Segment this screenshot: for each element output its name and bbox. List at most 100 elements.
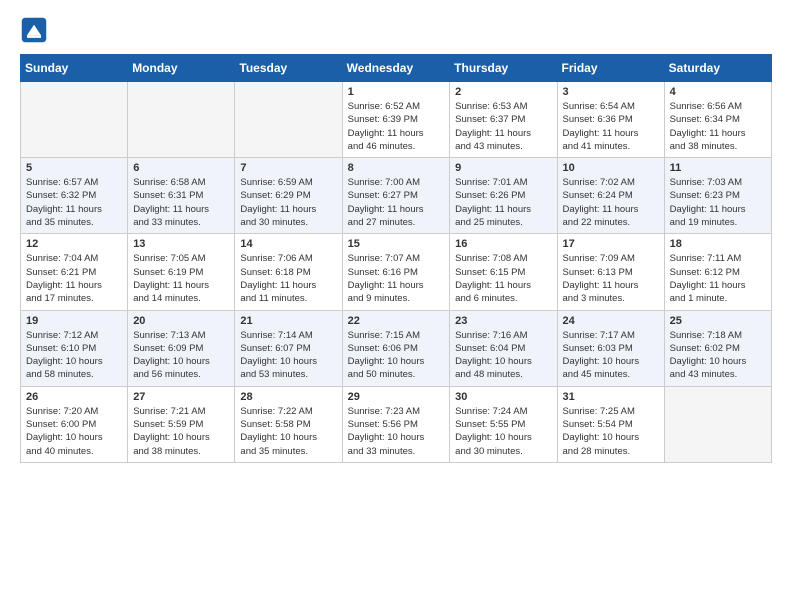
- day-number: 23: [455, 315, 551, 327]
- calendar-cell: 2 Sunrise: 6:53 AM Sunset: 6:37 PM Daylig…: [450, 82, 557, 158]
- day-number: 13: [133, 238, 229, 250]
- calendar-cell: 24Sunrise: 7:17 AM Sunset: 6:03 PM Dayli…: [557, 310, 664, 386]
- day-number: 12: [26, 238, 122, 250]
- calendar-cell: 1Sunrise: 6:52 AM Sunset: 6:39 PM Daylig…: [342, 82, 450, 158]
- calendar-cell: 13 Sunrise: 7:05 AM Sunset: 6:19 PM Dayli…: [128, 234, 235, 310]
- calendar-cell: 12 Sunrise: 7:04 AM Sunset: 6:21 PM Dayli…: [21, 234, 128, 310]
- calendar-cell: 11 Sunrise: 7:03 AM Sunset: 6:23 PM Dayli…: [664, 158, 771, 234]
- day-number: 22: [348, 315, 445, 327]
- calendar-cell: 17 Sunrise: 7:09 AM Sunset: 6:13 PM Dayli…: [557, 234, 664, 310]
- calendar-cell: 31 Sunrise: 7:25 AM Sunset: 5:54 PM Dayli…: [557, 386, 664, 462]
- day-number: 15: [348, 238, 445, 250]
- day-info: Sunrise: 6:57 AM Sunset: 6:32 PM Dayligh…: [26, 176, 122, 229]
- calendar-cell: 5 Sunrise: 6:57 AM Sunset: 6:32 PM Daylig…: [21, 158, 128, 234]
- calendar-cell: [664, 386, 771, 462]
- day-number: 14: [240, 238, 336, 250]
- calendar-cell: 26 Sunrise: 7:20 AM Sunset: 6:00 PM Dayli…: [21, 386, 128, 462]
- calendar-cell: 23 Sunrise: 7:16 AM Sunset: 6:04 PM Dayli…: [450, 310, 557, 386]
- calendar-week-row: 5 Sunrise: 6:57 AM Sunset: 6:32 PM Daylig…: [21, 158, 772, 234]
- day-number: 31: [563, 391, 659, 403]
- day-info: Sunrise: 7:01 AM Sunset: 6:26 PM Dayligh…: [455, 176, 551, 229]
- day-info: Sunrise: 6:53 AM Sunset: 6:37 PM Dayligh…: [455, 100, 551, 153]
- day-number: 7: [240, 162, 336, 174]
- day-number: 30: [455, 391, 551, 403]
- calendar-cell: 30Sunrise: 7:24 AM Sunset: 5:55 PM Dayli…: [450, 386, 557, 462]
- calendar-week-row: 26 Sunrise: 7:20 AM Sunset: 6:00 PM Dayli…: [21, 386, 772, 462]
- calendar-cell: 22 Sunrise: 7:15 AM Sunset: 6:06 PM Dayli…: [342, 310, 450, 386]
- day-number: 16: [455, 238, 551, 250]
- day-info: Sunrise: 7:06 AM Sunset: 6:18 PM Dayligh…: [240, 252, 336, 305]
- day-info: Sunrise: 7:09 AM Sunset: 6:13 PM Dayligh…: [563, 252, 659, 305]
- day-info: Sunrise: 7:07 AM Sunset: 6:16 PM Dayligh…: [348, 252, 445, 305]
- calendar-cell: [21, 82, 128, 158]
- day-number: 17: [563, 238, 659, 250]
- calendar-cell: 20 Sunrise: 7:13 AM Sunset: 6:09 PM Dayli…: [128, 310, 235, 386]
- logo-icon: [20, 16, 48, 44]
- day-info: Sunrise: 7:02 AM Sunset: 6:24 PM Dayligh…: [563, 176, 659, 229]
- day-info: Sunrise: 7:05 AM Sunset: 6:19 PM Dayligh…: [133, 252, 229, 305]
- logo: [20, 16, 52, 44]
- day-info: Sunrise: 7:14 AM Sunset: 6:07 PM Dayligh…: [240, 329, 336, 382]
- day-info: Sunrise: 7:25 AM Sunset: 5:54 PM Dayligh…: [563, 405, 659, 458]
- day-info: Sunrise: 7:18 AM Sunset: 6:02 PM Dayligh…: [670, 329, 766, 382]
- day-of-week-header: Friday: [557, 55, 664, 82]
- day-number: 21: [240, 315, 336, 327]
- day-number: 11: [670, 162, 766, 174]
- day-info: Sunrise: 7:21 AM Sunset: 5:59 PM Dayligh…: [133, 405, 229, 458]
- calendar-cell: 27 Sunrise: 7:21 AM Sunset: 5:59 PM Dayli…: [128, 386, 235, 462]
- day-info: Sunrise: 6:59 AM Sunset: 6:29 PM Dayligh…: [240, 176, 336, 229]
- calendar-cell: 7 Sunrise: 6:59 AM Sunset: 6:29 PM Daylig…: [235, 158, 342, 234]
- calendar-cell: 16 Sunrise: 7:08 AM Sunset: 6:15 PM Dayli…: [450, 234, 557, 310]
- day-info: Sunrise: 7:13 AM Sunset: 6:09 PM Dayligh…: [133, 329, 229, 382]
- day-info: Sunrise: 7:17 AM Sunset: 6:03 PM Dayligh…: [563, 329, 659, 382]
- day-info: Sunrise: 7:20 AM Sunset: 6:00 PM Dayligh…: [26, 405, 122, 458]
- day-info: Sunrise: 6:54 AM Sunset: 6:36 PM Dayligh…: [563, 100, 659, 153]
- day-info: Sunrise: 7:11 AM Sunset: 6:12 PM Dayligh…: [670, 252, 766, 305]
- calendar-cell: 21 Sunrise: 7:14 AM Sunset: 6:07 PM Dayli…: [235, 310, 342, 386]
- day-info: Sunrise: 7:12 AM Sunset: 6:10 PM Dayligh…: [26, 329, 122, 382]
- day-number: 6: [133, 162, 229, 174]
- header: [20, 16, 772, 44]
- day-number: 9: [455, 162, 551, 174]
- calendar-cell: 8Sunrise: 7:00 AM Sunset: 6:27 PM Daylig…: [342, 158, 450, 234]
- day-number: 28: [240, 391, 336, 403]
- day-info: Sunrise: 7:16 AM Sunset: 6:04 PM Dayligh…: [455, 329, 551, 382]
- calendar-cell: 28 Sunrise: 7:22 AM Sunset: 5:58 PM Dayli…: [235, 386, 342, 462]
- calendar-cell: 3Sunrise: 6:54 AM Sunset: 6:36 PM Daylig…: [557, 82, 664, 158]
- calendar-week-row: 19 Sunrise: 7:12 AM Sunset: 6:10 PM Dayli…: [21, 310, 772, 386]
- day-info: Sunrise: 6:58 AM Sunset: 6:31 PM Dayligh…: [133, 176, 229, 229]
- day-info: Sunrise: 7:15 AM Sunset: 6:06 PM Dayligh…: [348, 329, 445, 382]
- calendar-cell: 10Sunrise: 7:02 AM Sunset: 6:24 PM Dayli…: [557, 158, 664, 234]
- day-number: 25: [670, 315, 766, 327]
- calendar-cell: 18 Sunrise: 7:11 AM Sunset: 6:12 PM Dayli…: [664, 234, 771, 310]
- day-number: 20: [133, 315, 229, 327]
- calendar-week-row: 12 Sunrise: 7:04 AM Sunset: 6:21 PM Dayli…: [21, 234, 772, 310]
- day-of-week-header: Thursday: [450, 55, 557, 82]
- day-number: 26: [26, 391, 122, 403]
- calendar-cell: 25 Sunrise: 7:18 AM Sunset: 6:02 PM Dayli…: [664, 310, 771, 386]
- day-number: 29: [348, 391, 445, 403]
- calendar-week-row: 1Sunrise: 6:52 AM Sunset: 6:39 PM Daylig…: [21, 82, 772, 158]
- day-info: Sunrise: 7:23 AM Sunset: 5:56 PM Dayligh…: [348, 405, 445, 458]
- day-number: 19: [26, 315, 122, 327]
- calendar-cell: [128, 82, 235, 158]
- calendar-cell: 4Sunrise: 6:56 AM Sunset: 6:34 PM Daylig…: [664, 82, 771, 158]
- calendar-cell: 14 Sunrise: 7:06 AM Sunset: 6:18 PM Dayli…: [235, 234, 342, 310]
- calendar-header-row: SundayMondayTuesdayWednesdayThursdayFrid…: [21, 55, 772, 82]
- day-of-week-header: Saturday: [664, 55, 771, 82]
- day-of-week-header: Sunday: [21, 55, 128, 82]
- day-number: 27: [133, 391, 229, 403]
- day-of-week-header: Monday: [128, 55, 235, 82]
- day-info: Sunrise: 7:22 AM Sunset: 5:58 PM Dayligh…: [240, 405, 336, 458]
- day-number: 18: [670, 238, 766, 250]
- calendar-table: SundayMondayTuesdayWednesdayThursdayFrid…: [20, 54, 772, 463]
- day-info: Sunrise: 7:03 AM Sunset: 6:23 PM Dayligh…: [670, 176, 766, 229]
- calendar-cell: 9 Sunrise: 7:01 AM Sunset: 6:26 PM Daylig…: [450, 158, 557, 234]
- day-info: Sunrise: 7:04 AM Sunset: 6:21 PM Dayligh…: [26, 252, 122, 305]
- calendar-cell: 6 Sunrise: 6:58 AM Sunset: 6:31 PM Daylig…: [128, 158, 235, 234]
- day-number: 5: [26, 162, 122, 174]
- day-number: 8: [348, 162, 445, 174]
- calendar-cell: 29 Sunrise: 7:23 AM Sunset: 5:56 PM Dayli…: [342, 386, 450, 462]
- day-info: Sunrise: 7:08 AM Sunset: 6:15 PM Dayligh…: [455, 252, 551, 305]
- day-number: 2: [455, 86, 551, 98]
